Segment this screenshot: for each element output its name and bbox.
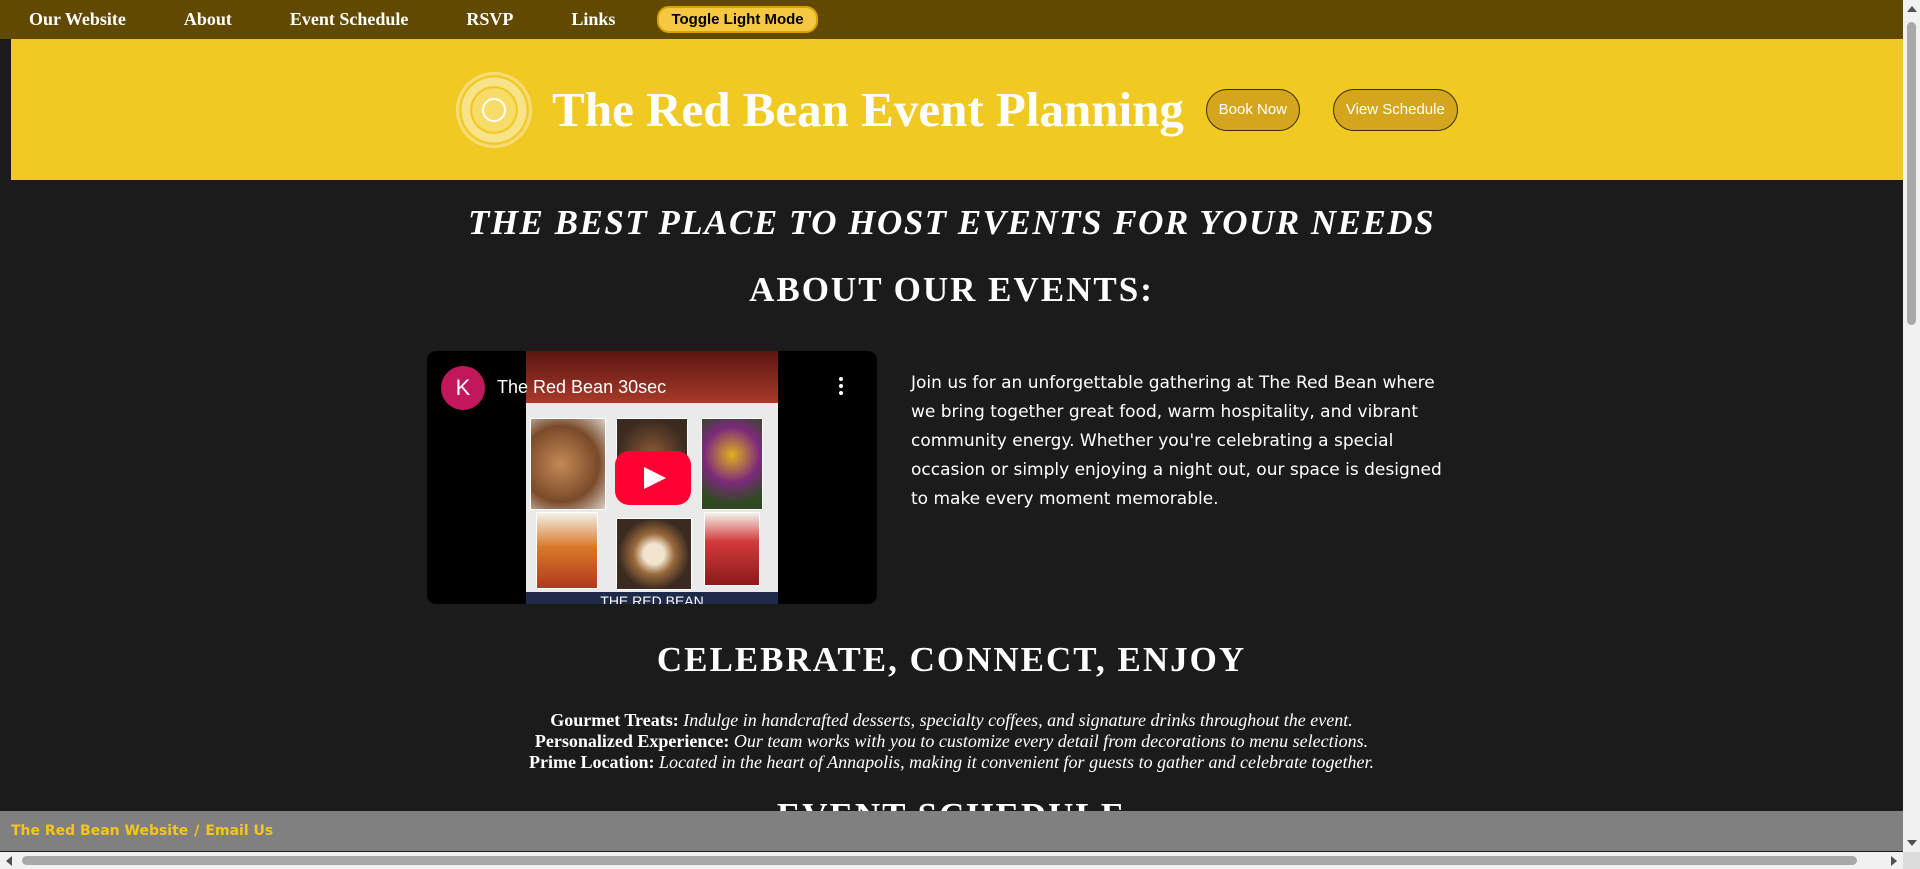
nav-link-rsvp[interactable]: RSVP	[466, 9, 513, 30]
scroll-down-arrow-icon[interactable]	[1907, 840, 1917, 846]
about-heading: ABOUT OUR EVENTS:	[749, 270, 1154, 309]
thumbnail-latte-image	[616, 518, 692, 590]
thumbnail-footer-text: THE RED BEAN	[526, 592, 778, 604]
thumbnail-pastry-image	[530, 418, 606, 510]
channel-avatar[interactable]: K	[441, 366, 485, 410]
feature-text: Our team works with you to customize eve…	[733, 731, 1369, 751]
nav-link-links[interactable]: Links	[571, 9, 615, 30]
feature-text: Indulge in handcrafted desserts, special…	[683, 710, 1353, 730]
footer-separator: /	[194, 823, 200, 839]
more-options-icon[interactable]	[839, 377, 843, 395]
thumbnail-red-drink-image	[704, 512, 760, 586]
vertical-scrollbar[interactable]	[1903, 0, 1920, 852]
toggle-light-mode-button[interactable]: Toggle Light Mode	[657, 6, 818, 33]
site-title: The Red Bean Event Planning	[552, 82, 1184, 137]
horizontal-scrollbar[interactable]	[0, 852, 1903, 869]
feature-item: Prime Location: Located in the heart of …	[0, 752, 1903, 773]
scroll-up-arrow-icon[interactable]	[1907, 6, 1917, 12]
tagline-heading: THE BEST PLACE TO HOST EVENTS FOR YOUR N…	[467, 203, 1436, 242]
nav-link-our-website[interactable]: Our Website	[29, 9, 126, 30]
about-description: Join us for an unforgettable gathering a…	[911, 373, 1442, 509]
video-title[interactable]: The Red Bean 30sec	[497, 377, 666, 398]
nav-link-event-schedule[interactable]: Event Schedule	[290, 9, 409, 30]
thumbnail-flowers-image	[701, 418, 763, 510]
footer-email-link[interactable]: Email Us	[205, 823, 273, 839]
video-embed[interactable]: THE RED BEAN K The Red Bean 30sec	[427, 351, 877, 604]
view-schedule-button[interactable]: View Schedule	[1332, 88, 1458, 131]
feature-item: Gourmet Treats: Indulge in handcrafted d…	[0, 710, 1903, 731]
feature-label: Prime Location:	[528, 752, 655, 772]
scroll-right-arrow-icon[interactable]	[1891, 856, 1897, 866]
feature-item: Personalized Experience: Our team works …	[0, 731, 1903, 752]
horizontal-scroll-thumb[interactable]	[22, 856, 1857, 865]
footer-website-link[interactable]: The Red Bean Website	[11, 823, 188, 839]
book-now-button[interactable]: Book Now	[1205, 88, 1300, 131]
header-banner: The Red Bean Event Planning Book Now Vie…	[11, 39, 1903, 180]
thumbnail-drink-image	[536, 512, 598, 589]
feature-text: Located in the heart of Annapolis, makin…	[658, 752, 1375, 772]
feature-label: Gourmet Treats:	[550, 710, 679, 730]
footer-bar: The Red Bean Website / Email Us	[0, 811, 1903, 851]
celebrate-heading: CELEBRATE, CONNECT, ENJOY	[656, 640, 1247, 679]
nav-link-about[interactable]: About	[184, 9, 232, 30]
scroll-left-arrow-icon[interactable]	[6, 856, 12, 866]
features-list: Gourmet Treats: Indulge in handcrafted d…	[0, 710, 1903, 773]
feature-label: Personalized Experience:	[534, 731, 730, 751]
scrollbar-corner	[1903, 852, 1920, 869]
red-bean-logo-icon	[456, 71, 533, 148]
play-button-icon[interactable]	[615, 451, 691, 505]
top-nav: Our Website About Event Schedule RSVP Li…	[0, 0, 1903, 39]
vertical-scroll-thumb[interactable]	[1907, 22, 1916, 325]
